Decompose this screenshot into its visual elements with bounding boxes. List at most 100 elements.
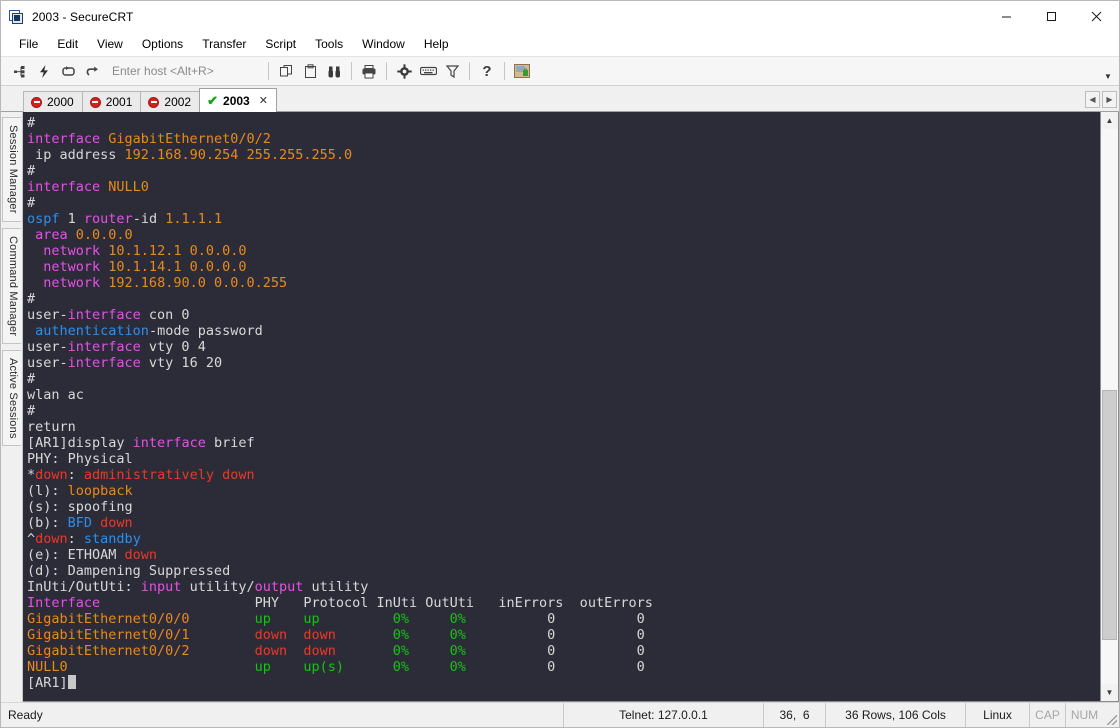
menu-transfer[interactable]: Transfer xyxy=(193,34,255,55)
terminal-line: PHY: Physical xyxy=(27,451,1100,467)
terminal-line: ^down: standby xyxy=(27,531,1100,547)
tab-scroll-left-button[interactable]: ◀ xyxy=(1085,91,1100,108)
terminal-text: 0 0 xyxy=(465,659,645,675)
toolbar-overflow[interactable]: ▼ xyxy=(1101,57,1115,85)
terminal-text: router xyxy=(83,211,133,227)
resize-grip[interactable] xyxy=(1103,703,1119,727)
terminal-line: (e): ETHOAM down xyxy=(27,547,1100,563)
terminal-pane: # interface GigabitEthernet0/0/2 ip addre… xyxy=(23,112,1119,702)
disconnected-icon xyxy=(31,96,42,108)
session-tab-2002[interactable]: 2002 xyxy=(140,91,201,112)
session-tab-2003[interactable]: ✔ 2003 ✕ xyxy=(199,88,277,112)
menu-tools[interactable]: Tools xyxy=(306,34,352,55)
terminal-line: ip address 192.168.90.254 255.255.255.0 xyxy=(27,147,1100,163)
terminal-text: down xyxy=(35,531,68,547)
status-protocol: Telnet: 127.0.0.1 xyxy=(563,703,763,727)
terminal-text: (d): Dampening Suppressed xyxy=(27,563,231,579)
copy-icon[interactable] xyxy=(275,60,297,82)
find-icon[interactable] xyxy=(323,60,345,82)
terminal-line: # xyxy=(27,115,1100,131)
terminal-text: interface xyxy=(132,435,206,451)
terminal-text: # xyxy=(27,195,36,211)
secure-session-icon[interactable] xyxy=(511,60,533,82)
session-tab-2001[interactable]: 2001 xyxy=(81,91,142,112)
sidebar-item-command-manager[interactable]: Command Manager xyxy=(2,227,21,344)
menu-window[interactable]: Window xyxy=(353,34,414,55)
terminal-text: interface xyxy=(67,355,141,371)
menu-options[interactable]: Options xyxy=(133,34,192,55)
terminal-text: 192.168.90.254 255.255.255.0 xyxy=(124,147,353,163)
tab-label: 2002 xyxy=(164,95,192,109)
terminal-line: # xyxy=(27,291,1100,307)
chevron-down-icon[interactable]: ▼ xyxy=(1101,57,1115,85)
terminal-text: -mode password xyxy=(148,323,263,339)
scrollbar-thumb[interactable] xyxy=(1102,389,1117,640)
toolbar-separator xyxy=(268,62,269,80)
terminal-line: # xyxy=(27,403,1100,419)
close-button[interactable] xyxy=(1074,1,1119,32)
menu-edit[interactable]: Edit xyxy=(48,34,87,55)
sidebar-item-session-manager[interactable]: Session Manager xyxy=(2,117,21,222)
connected-check-icon: ✔ xyxy=(207,92,219,108)
tab-label: 2001 xyxy=(105,95,133,109)
quick-connect-icon[interactable] xyxy=(33,60,55,82)
menu-script[interactable]: Script xyxy=(256,34,305,55)
terminal-text: up up(s) xyxy=(254,659,385,675)
menu-view[interactable]: View xyxy=(88,34,132,55)
terminal-text: * xyxy=(27,467,36,483)
filter-icon[interactable] xyxy=(441,60,463,82)
terminal-text: # xyxy=(27,403,36,419)
settings-gear-icon[interactable] xyxy=(393,60,415,82)
paste-icon[interactable] xyxy=(299,60,321,82)
terminal-text: 0% 0% xyxy=(392,627,466,643)
status-dimensions: 36 Rows, 106 Cols xyxy=(825,703,965,727)
terminal-text: 10.1.14.1 0.0.0.0 xyxy=(108,259,247,275)
sidebar-item-active-sessions[interactable]: Active Sessions xyxy=(2,349,21,447)
menu-help[interactable]: Help xyxy=(415,34,458,55)
disconnected-icon xyxy=(148,96,160,108)
host-input[interactable]: Enter host <Alt+R> xyxy=(112,64,257,78)
menu-file[interactable]: File xyxy=(10,34,47,55)
terminal-line: (d): Dampening Suppressed xyxy=(27,563,1100,579)
scrollbar-track[interactable] xyxy=(1101,129,1118,684)
help-icon[interactable]: ? xyxy=(476,60,498,82)
terminal-text: # xyxy=(27,291,36,307)
terminal-line: interface GigabitEthernet0/0/2 xyxy=(27,131,1100,147)
disconnect-icon[interactable] xyxy=(81,60,103,82)
reconnect-icon[interactable] xyxy=(57,60,79,82)
minimize-button[interactable] xyxy=(984,1,1029,32)
terminal-line: user-interface vty 16 20 xyxy=(27,355,1100,371)
terminal-line: area 0.0.0.0 xyxy=(27,227,1100,243)
status-emulation: Linux xyxy=(965,703,1029,727)
connect-icon[interactable] xyxy=(9,60,31,82)
terminal-output[interactable]: # interface GigabitEthernet0/0/2 ip addre… xyxy=(23,112,1100,701)
terminal-text: # xyxy=(27,163,36,179)
main-body: Session Manager Command Manager Active S… xyxy=(1,112,1119,702)
status-cursor-position: 36, 6 xyxy=(763,703,825,727)
scroll-down-arrow-icon[interactable]: ▼ xyxy=(1101,684,1118,701)
terminal-line: ospf 1 router-id 1.1.1.1 xyxy=(27,211,1100,227)
terminal-text: network xyxy=(43,259,109,275)
terminal-line: [AR1]display interface brief xyxy=(27,435,1100,451)
scroll-up-arrow-icon[interactable]: ▲ xyxy=(1101,112,1118,129)
terminal-scrollbar[interactable]: ▲ ▼ xyxy=(1100,112,1118,701)
terminal-text: 10.1.12.1 0.0.0.0 xyxy=(108,243,247,259)
terminal-text: area xyxy=(35,227,76,243)
status-bar: Ready Telnet: 127.0.0.1 36, 6 36 Rows, 1… xyxy=(1,702,1119,727)
toolbar-separator xyxy=(351,62,352,80)
session-tab-2000[interactable]: 2000 xyxy=(23,91,83,112)
maximize-button[interactable] xyxy=(1029,1,1074,32)
keyboard-icon[interactable] xyxy=(417,60,439,82)
terminal-text: # xyxy=(27,371,36,387)
tab-scroll-right-button[interactable]: ▶ xyxy=(1102,91,1117,108)
terminal-line: return xyxy=(27,419,1100,435)
terminal-text: 0% 0% xyxy=(392,611,466,627)
close-tab-icon[interactable]: ✕ xyxy=(259,94,268,107)
terminal-text: interface xyxy=(27,131,109,147)
print-icon[interactable] xyxy=(358,60,380,82)
terminal-line: *down: administratively down xyxy=(27,467,1100,483)
